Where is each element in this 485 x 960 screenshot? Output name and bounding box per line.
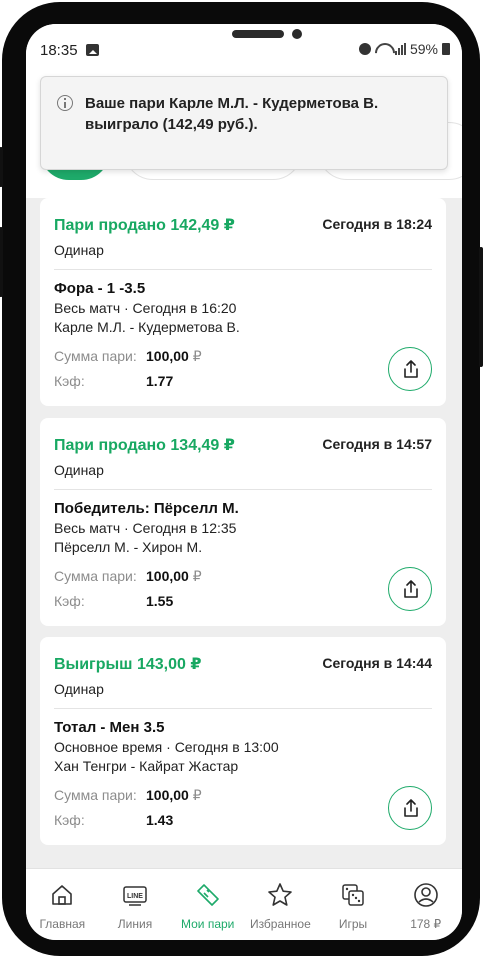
bet-market: Фора - 1 -3.5 <box>54 280 146 297</box>
bottom-navigation: Главная LINE Линия Мои пари Избранное Иг… <box>26 868 462 940</box>
bet-period: Весь матч · Сегодня в 16:20 <box>54 300 237 316</box>
home-icon <box>52 885 73 905</box>
coef-value: 1.43 <box>146 812 174 828</box>
nav-label-games: Игры <box>338 917 368 931</box>
bet-type: Одинар <box>54 681 104 697</box>
volume-button <box>0 227 3 297</box>
info-icon <box>57 95 73 111</box>
bet-event: Хан Тенгри - Кайрат Жастар <box>54 758 239 774</box>
stake-label: Сумма пари: <box>54 787 137 803</box>
nav-item-line[interactable]: LINE Линия <box>99 869 172 940</box>
bet-result-toast[interactable]: Ваше пари Карле М.Л. - Кудерметова В. вы… <box>40 76 448 170</box>
bet-market: Тотал - Мен 3.5 <box>54 719 165 736</box>
stake-label: Сумма пари: <box>54 348 137 364</box>
gallery-icon <box>86 44 99 56</box>
status-bar: 18:35 59% <box>26 24 462 78</box>
stake-label: Сумма пари: <box>54 568 137 584</box>
nav-item-my-bets[interactable]: Мои пари <box>171 869 244 940</box>
bet-market: Победитель: Пёрселл М. <box>54 500 239 517</box>
bet-status: Пари продано 142,49 ₽ <box>54 217 235 234</box>
bet-card[interactable]: Пари продано 142,49 ₽ Сегодня в 18:24 Од… <box>40 198 446 406</box>
bet-status: Выигрыш 143,00 ₽ <box>54 656 202 673</box>
volume-button <box>0 147 3 187</box>
svg-text:LINE: LINE <box>127 893 143 900</box>
wifi-icon <box>375 43 391 55</box>
phone-frame: 18:35 59% Ваше пари Карле М.Л. - Кудерме… <box>0 2 483 956</box>
bet-event: Карле М.Л. - Кудерметова В. <box>54 319 240 335</box>
nav-label-line: Линия <box>117 917 153 931</box>
nav-item-profile[interactable]: 178 ₽ <box>389 869 462 940</box>
ticket-icon <box>196 884 219 906</box>
bet-date: Сегодня в 14:57 <box>322 436 432 452</box>
coef-value: 1.77 <box>146 373 174 389</box>
stake-value: 100,00 ₽ <box>146 568 202 584</box>
share-button[interactable] <box>388 786 432 830</box>
coef-value: 1.55 <box>146 593 174 609</box>
bet-period: Основное время · Сегодня в 13:00 <box>54 739 279 755</box>
status-time: 18:35 <box>40 42 78 59</box>
alarm-icon <box>358 43 371 55</box>
front-camera <box>292 29 302 39</box>
bet-date: Сегодня в 14:44 <box>322 655 432 671</box>
bet-date: Сегодня в 18:24 <box>322 216 432 232</box>
share-button[interactable] <box>388 347 432 391</box>
bet-status: Пари продано 134,49 ₽ <box>54 437 235 454</box>
divider <box>54 708 432 709</box>
line-icon: LINE <box>123 886 147 906</box>
battery-percent: 59% <box>409 41 438 57</box>
stake-value: 100,00 ₽ <box>146 348 202 364</box>
divider <box>54 269 432 270</box>
bet-type: Одинар <box>54 462 104 478</box>
stake-value: 100,00 ₽ <box>146 787 202 803</box>
screen: 18:35 59% Ваше пари Карле М.Л. - Кудерме… <box>26 24 462 940</box>
status-indicators: 59% <box>358 41 450 57</box>
profile-icon <box>413 883 438 907</box>
share-icon <box>404 580 418 598</box>
coef-label: Кэф: <box>54 593 85 609</box>
speaker <box>232 30 284 38</box>
toast-message: Ваше пари Карле М.Л. - Кудерметова В. вы… <box>85 95 379 133</box>
nav-item-games[interactable]: Игры <box>317 869 390 940</box>
bet-card[interactable]: Пари продано 134,49 ₽ Сегодня в 14:57 Од… <box>40 418 446 626</box>
nav-label-my-bets: Мои пари <box>180 917 235 931</box>
bet-type: Одинар <box>54 242 104 258</box>
power-button <box>479 247 483 367</box>
nav-item-favorites[interactable]: Избранное <box>244 869 317 940</box>
coef-label: Кэф: <box>54 373 85 389</box>
bet-period: Весь матч · Сегодня в 12:35 <box>54 520 237 536</box>
nav-item-home[interactable]: Главная <box>26 869 99 940</box>
nav-label-favorites: Избранное <box>249 917 311 931</box>
divider <box>54 489 432 490</box>
share-icon <box>404 360 418 378</box>
star-icon <box>268 883 293 906</box>
nav-label-home: Главная <box>39 917 86 931</box>
share-button[interactable] <box>388 567 432 611</box>
bet-card[interactable]: Выигрыш 143,00 ₽ Сегодня в 14:44 Одинар … <box>40 637 446 845</box>
signal-icon <box>394 43 406 55</box>
share-icon <box>404 799 418 817</box>
battery-icon <box>442 43 450 55</box>
coef-label: Кэф: <box>54 812 85 828</box>
dice-icon <box>342 884 364 906</box>
nav-label-balance: 178 ₽ <box>410 917 442 931</box>
bet-event: Пёрселл М. - Хирон М. <box>54 539 203 555</box>
